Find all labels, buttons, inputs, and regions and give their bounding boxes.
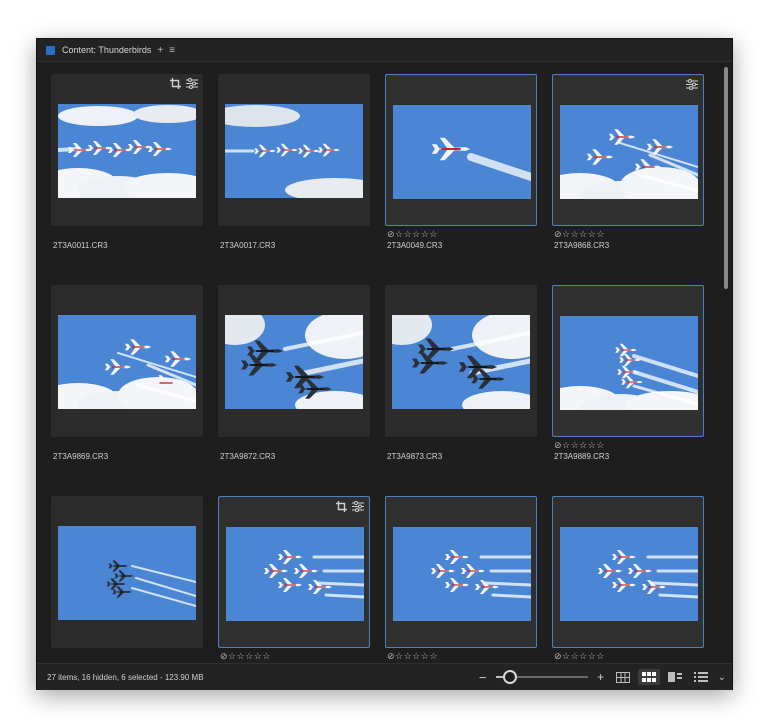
thumbnail-card-selected[interactable] (552, 74, 704, 226)
thumbnail-filename: 2T3A9889.CR3 (554, 452, 610, 461)
status-summary: 27 items, 16 hidden, 6 selected - 123.90… (47, 672, 204, 682)
scrollbar-thumb[interactable] (724, 67, 728, 289)
thumbnail-image[interactable] (58, 315, 196, 409)
thumbnail-card[interactable] (218, 285, 370, 437)
thumbnail-card-selected[interactable] (218, 496, 370, 648)
star-rating[interactable]: ⊘☆☆☆☆☆ (554, 440, 605, 451)
thumbnail-card[interactable] (385, 285, 537, 437)
panel-title[interactable]: Content: Thunderbirds (62, 45, 151, 55)
edit-badges (169, 78, 198, 91)
star-rating[interactable]: ⊘☆☆☆☆☆ (220, 651, 271, 662)
thumbnail-card[interactable] (51, 74, 203, 226)
thumbnail-image[interactable] (58, 104, 196, 198)
thumbnail-card[interactable] (218, 74, 370, 226)
thumbnail-image[interactable] (226, 527, 364, 621)
panel-color-icon (46, 45, 55, 55)
list-view-icon[interactable] (690, 669, 712, 685)
crop-icon[interactable] (169, 78, 182, 91)
thumbnail-image[interactable] (58, 526, 196, 620)
thumbnail-image[interactable] (560, 527, 698, 621)
status-bar: 27 items, 16 hidden, 6 selected - 123.90… (37, 663, 732, 690)
thumbnail-filename: 2T3A9873.CR3 (387, 452, 443, 461)
adjustments-icon[interactable] (685, 79, 698, 92)
thumbnail-filename: 2T3A0011.CR3 (53, 241, 108, 250)
content-panel: Content: Thunderbirds + ≡ 2T3A0011.CR3 2… (36, 38, 733, 690)
star-rating[interactable]: ⊘☆☆☆☆☆ (387, 229, 438, 240)
panel-menu-icon[interactable]: ≡ (169, 45, 175, 56)
star-rating[interactable]: ⊘☆☆☆☆☆ (554, 651, 605, 662)
thumbnails-view-icon[interactable] (637, 669, 660, 685)
edit-badges (685, 79, 698, 92)
thumbnail-card-selected[interactable] (552, 496, 704, 648)
thumbnail-image[interactable] (393, 527, 531, 621)
thumbnail-image[interactable] (392, 315, 530, 409)
adjustments-icon[interactable] (185, 78, 198, 91)
grid-lock-icon[interactable] (612, 669, 634, 685)
thumbnail-filename: 2T3A9868.CR3 (554, 241, 610, 250)
star-rating[interactable]: ⊘☆☆☆☆☆ (387, 651, 438, 662)
thumbnail-filename: 2T3A9872.CR3 (220, 452, 276, 461)
slider-knob[interactable] (503, 670, 518, 684)
details-view-icon[interactable] (664, 669, 686, 685)
thumbnail-image[interactable] (560, 316, 698, 410)
thumbnail-size-slider[interactable] (495, 670, 588, 684)
thumbnail-image[interactable] (225, 104, 363, 198)
crop-icon[interactable] (335, 501, 348, 514)
thumbnail-filename: 2T3A0017.CR3 (220, 241, 276, 250)
thumbnail-image[interactable] (560, 105, 698, 199)
zoom-out-button[interactable]: − (476, 670, 490, 685)
thumbnail-filename: 2T3A9869.CR3 (53, 452, 109, 461)
thumbnail-card[interactable] (51, 285, 203, 437)
thumbnail-card-selected[interactable] (552, 285, 704, 437)
thumbnail-filename: 2T3A0049.CR3 (387, 241, 443, 250)
edit-badges (335, 501, 364, 514)
star-rating[interactable]: ⊘☆☆☆☆☆ (554, 229, 605, 240)
panel-tab-bar: Content: Thunderbirds + ≡ (37, 39, 732, 62)
thumbnail-card-selected[interactable] (385, 74, 537, 226)
adjustments-icon[interactable] (351, 501, 364, 514)
thumbnail-image[interactable] (393, 105, 531, 199)
thumbnail-image[interactable] (225, 315, 363, 409)
thumbnail-card-selected[interactable] (385, 496, 537, 648)
thumbnail-card[interactable] (51, 496, 203, 648)
vertical-scrollbar[interactable] (721, 62, 731, 662)
zoom-in-button[interactable]: + (594, 670, 608, 684)
thumbnail-grid: 2T3A0011.CR3 2T3A0017.CR3 ⊘☆☆☆☆☆ 2T3A004… (37, 62, 720, 662)
chevron-down-icon[interactable]: ⌄ (718, 672, 726, 683)
add-tab-button[interactable]: + (157, 45, 163, 56)
